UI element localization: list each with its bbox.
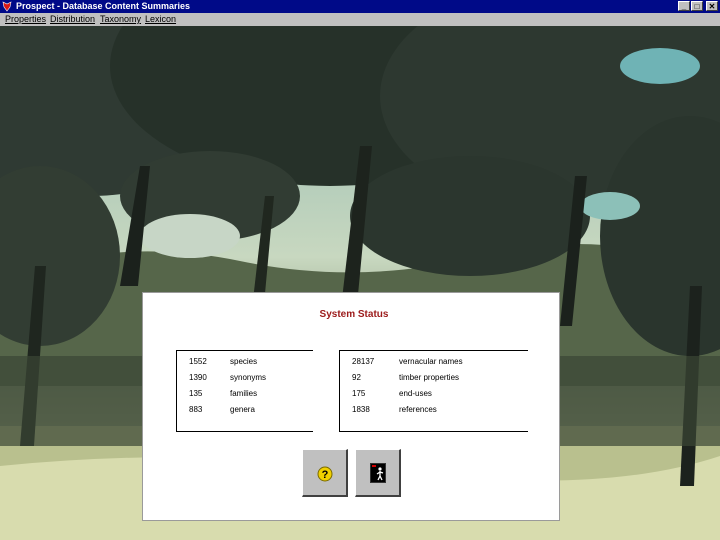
window-title-bar: Prospect - Database Content Summaries _ … [0,0,720,13]
stat-label: timber properties [399,373,460,382]
svg-text:?: ? [321,469,328,481]
stat-value: 1838 [352,405,370,414]
close-button[interactable]: ✕ [706,1,718,11]
stat-row: 175 end-uses [340,388,528,400]
maximize-button[interactable]: □ [691,1,703,11]
stat-row: 28137 vernacular names [340,356,528,368]
stat-value: 1390 [189,373,207,382]
stat-label: species [230,357,258,366]
stat-value: 1552 [189,357,207,366]
window-title: Prospect - Database Content Summaries [16,1,191,11]
stat-label: families [230,389,258,398]
menu-taxonomy[interactable]: Taxonomy [100,13,141,26]
panel-title: System Status [319,309,389,320]
stat-row: 1390 synonyms [177,372,313,384]
menu-properties[interactable]: Properties [5,13,46,26]
system-status-panel: System Status 1552 species 1390 synonyms… [142,292,560,521]
minimize-button[interactable]: _ [678,1,690,11]
stat-label: end-uses [399,389,432,398]
help-button[interactable]: ? [302,449,348,497]
menu-bar: Properties Distribution Taxonomy Lexicon [0,13,720,26]
stat-value: 135 [189,389,203,398]
exit-button[interactable] [355,449,401,497]
exit-door-icon [369,462,386,483]
help-icon: ? [317,466,332,481]
stat-row: 883 genera [177,404,313,416]
core-stats-box: 1552 species 1390 synonyms 135 families … [176,350,313,432]
stat-value: 92 [352,373,361,382]
stat-row: 135 families [177,388,313,400]
stat-row: 92 timber properties [340,372,528,384]
lexicon-stats-box: 28137 vernacular names 92 timber propert… [339,350,528,432]
stat-row: 1552 species [177,356,313,368]
stat-label: genera [230,405,255,414]
menu-lexicon[interactable]: Lexicon [145,13,176,26]
stat-value: 175 [352,389,366,398]
app-logo-icon [2,1,12,12]
stat-value: 28137 [352,357,375,366]
stat-label: vernacular names [399,357,463,366]
stat-label: references [399,405,437,414]
stat-row: 1838 references [340,404,528,416]
stat-label: synonyms [230,373,267,382]
stat-value: 883 [189,405,203,414]
menu-distribution[interactable]: Distribution [50,13,95,26]
